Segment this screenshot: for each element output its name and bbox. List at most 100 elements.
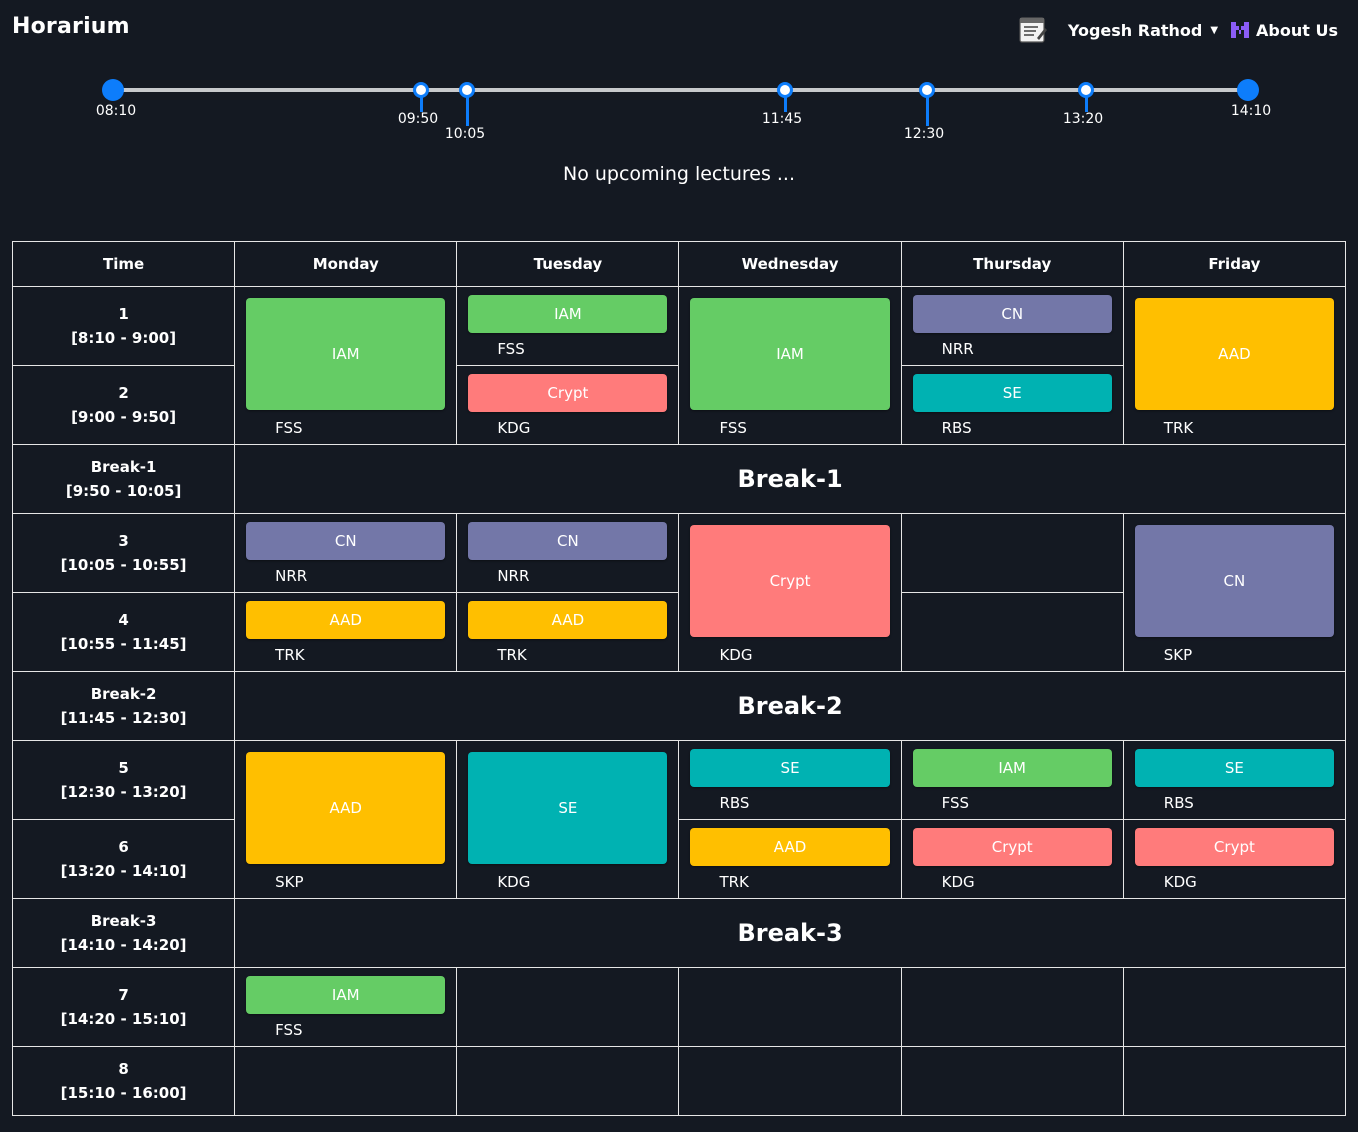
lecture-card[interactable]: SE xyxy=(690,749,890,787)
period-range: [12:30 - 13:20] xyxy=(60,783,187,801)
app-title[interactable]: Horarium xyxy=(12,14,130,39)
column-header: Thursday xyxy=(900,241,1124,287)
lecture-card[interactable]: AAD xyxy=(468,601,668,639)
lecture-card[interactable]: AAD xyxy=(690,828,890,866)
lecture-card[interactable]: AAD xyxy=(1134,298,1334,410)
column-header: Time xyxy=(11,241,236,287)
professor-code: SKP xyxy=(1163,646,1193,664)
period-number: 8 xyxy=(118,1060,129,1078)
empty-cell xyxy=(456,967,680,1047)
period-range: [15:10 - 16:00] xyxy=(60,1084,187,1102)
period-row: 6 [13:20 - 14:10] AAD TRK Crypt KDG Crypt… xyxy=(11,819,1347,899)
professor-code: TRK xyxy=(1163,419,1194,437)
lecture-cell: SE KDG xyxy=(456,740,680,899)
timeline-label: 14:10 xyxy=(1230,103,1272,119)
professor-code: SKP xyxy=(275,873,304,891)
lecture-card[interactable]: AAD xyxy=(246,601,446,639)
professor-code: NRR xyxy=(941,340,974,358)
time-cell: 2 [9:00 - 9:50] xyxy=(11,365,236,445)
break-range: [14:10 - 14:20] xyxy=(60,936,187,954)
period-row: 7 [14:20 - 15:10] IAM FSS xyxy=(11,967,1347,1047)
empty-cell xyxy=(900,513,1124,593)
empty-cell xyxy=(678,967,902,1047)
period-row: 1 [8:10 - 9:00] IAM FSS IAM FSS IAM FSS C… xyxy=(11,286,1347,445)
lecture-card[interactable]: AAD xyxy=(246,752,446,864)
notes-icon[interactable] xyxy=(1018,15,1048,45)
lecture-card[interactable]: SE xyxy=(912,374,1112,412)
lecture-cell: SE RBS xyxy=(678,740,902,820)
period-number: 1 xyxy=(118,305,129,323)
about-us-label: About Us xyxy=(1256,20,1338,40)
logo-icon xyxy=(1231,22,1250,38)
navbar-right: Yogesh Rathod ▼ About Us xyxy=(1018,14,1338,46)
professor-code: FSS xyxy=(497,340,525,358)
break-label: Break-2 xyxy=(234,671,1346,741)
period-number: 2 xyxy=(118,384,129,402)
empty-cell xyxy=(1122,1046,1347,1116)
column-header: Monday xyxy=(234,241,458,287)
time-cell: 4 [10:55 - 11:45] xyxy=(11,592,236,672)
time-cell: Break-1 [9:50 - 10:05] xyxy=(11,444,236,514)
break-row: Break-2 [11:45 - 12:30] Break-2 xyxy=(11,671,1346,741)
timeline-label: 10:05 xyxy=(444,126,486,142)
lecture-card[interactable]: SE xyxy=(468,752,668,864)
upcoming-lecture-status: No upcoming lectures ... xyxy=(562,163,796,185)
lecture-card[interactable]: SE xyxy=(1134,749,1334,787)
timeline-label: 08:10 xyxy=(95,103,137,119)
time-cell: Break-3 [14:10 - 14:20] xyxy=(11,898,236,968)
lecture-cell: Crypt KDG xyxy=(900,819,1124,899)
lecture-cell: CN NRR xyxy=(900,286,1124,366)
break-range: [11:45 - 12:30] xyxy=(60,709,187,727)
professor-code: RBS xyxy=(941,419,972,437)
timeline-marker xyxy=(919,82,935,98)
professor-code: KDG xyxy=(719,646,753,664)
lecture-card[interactable]: Crypt xyxy=(690,525,890,637)
period-number: 5 xyxy=(118,759,129,777)
period-row: 3 [10:05 - 10:55] CN NRR CN NRR Crypt KDG… xyxy=(11,513,1347,672)
lecture-card[interactable]: CN xyxy=(912,295,1112,333)
lecture-card[interactable]: IAM xyxy=(912,749,1112,787)
about-us-link[interactable]: About Us xyxy=(1230,20,1338,40)
professor-code: RBS xyxy=(719,794,750,812)
lecture-card[interactable]: IAM xyxy=(246,976,446,1014)
break-label: Break-3 xyxy=(234,898,1346,968)
empty-cell xyxy=(234,1046,458,1116)
lecture-cell: IAM FSS xyxy=(234,967,458,1047)
lecture-cell: AAD TRK xyxy=(234,592,458,672)
column-header: Friday xyxy=(1122,241,1347,287)
timeline-end-dot xyxy=(1237,79,1259,101)
professor-code: FSS xyxy=(941,794,970,812)
lecture-card[interactable]: Crypt xyxy=(468,374,668,412)
lecture-cell: AAD TRK xyxy=(456,592,680,672)
professor-code: KDG xyxy=(941,873,975,891)
lecture-card[interactable]: CN xyxy=(1134,525,1334,637)
timeline-marker xyxy=(459,82,475,98)
break-row: Break-3 [14:10 - 14:20] Break-3 xyxy=(11,898,1346,968)
user-menu[interactable]: Yogesh Rathod ▼ xyxy=(1068,21,1218,40)
time-cell: 5 [12:30 - 13:20] xyxy=(11,740,236,820)
timetable: Time Monday Tuesday Wednesday Thursday F… xyxy=(11,241,1347,1116)
professor-code: KDG xyxy=(497,419,531,437)
lecture-cell: IAM FSS xyxy=(678,286,902,445)
professor-code: TRK xyxy=(497,646,527,664)
lecture-card[interactable]: CN xyxy=(468,522,668,560)
lecture-cell: AAD SKP xyxy=(234,740,458,899)
lecture-card[interactable]: Crypt xyxy=(912,828,1112,866)
period-range: [10:55 - 11:45] xyxy=(60,635,187,653)
lecture-cell: Crypt KDG xyxy=(456,365,680,445)
lecture-card[interactable]: Crypt xyxy=(1134,828,1334,866)
lecture-card[interactable]: IAM xyxy=(246,298,446,410)
break-name: Break-1 xyxy=(90,458,157,476)
timeline-label: 12:30 xyxy=(903,126,945,142)
break-name: Break-3 xyxy=(90,912,157,930)
column-header: Wednesday xyxy=(678,241,902,287)
lecture-card[interactable]: IAM xyxy=(468,295,668,333)
period-range: [13:20 - 14:10] xyxy=(60,862,187,880)
timeline-label: 09:50 xyxy=(397,111,439,127)
lecture-card[interactable]: IAM xyxy=(690,298,890,410)
empty-cell xyxy=(1122,967,1347,1047)
timeline-stem xyxy=(1085,96,1088,112)
lecture-cell: IAM FSS xyxy=(900,740,1124,820)
time-cell: 8 [15:10 - 16:00] xyxy=(11,1046,236,1116)
lecture-card[interactable]: CN xyxy=(246,522,446,560)
